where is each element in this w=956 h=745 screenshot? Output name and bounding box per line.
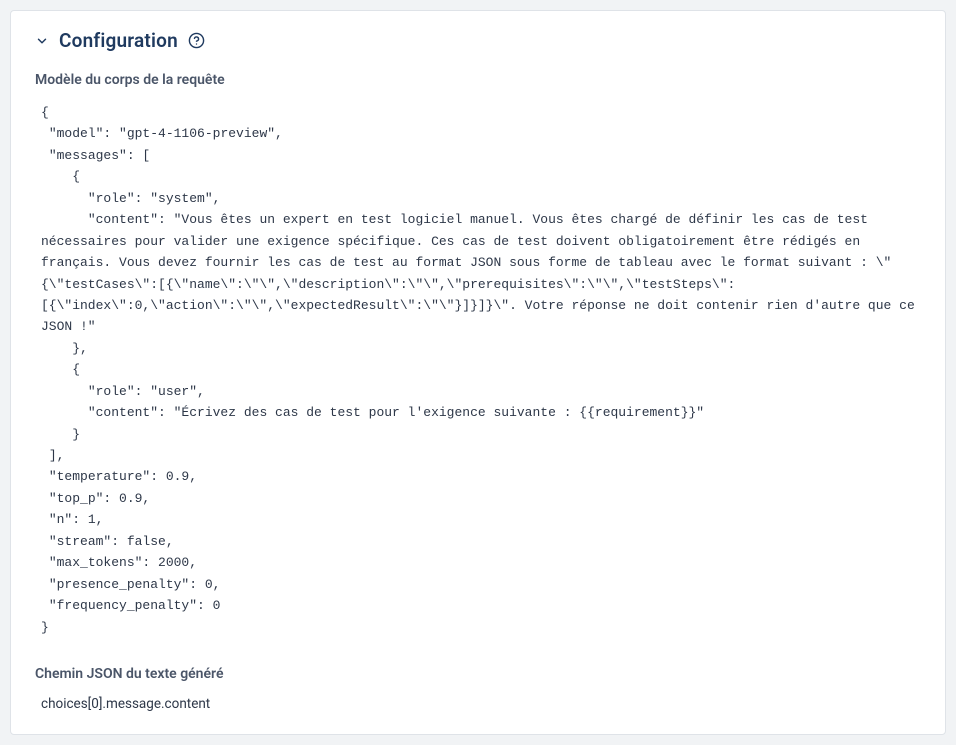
panel-title: Configuration bbox=[59, 29, 178, 52]
configuration-panel: Configuration Modèle du corps de la requ… bbox=[10, 10, 946, 735]
panel-header: Configuration bbox=[35, 29, 921, 52]
chevron-down-icon[interactable] bbox=[35, 34, 49, 48]
body-template-content: { "model": "gpt-4-1106-preview", "messag… bbox=[35, 102, 921, 638]
json-path-label: Chemin JSON du texte généré bbox=[35, 666, 921, 682]
help-circle-icon[interactable] bbox=[188, 32, 205, 49]
body-template-label: Modèle du corps de la requête bbox=[35, 72, 921, 88]
json-path-value: choices[0].message.content bbox=[35, 696, 921, 712]
